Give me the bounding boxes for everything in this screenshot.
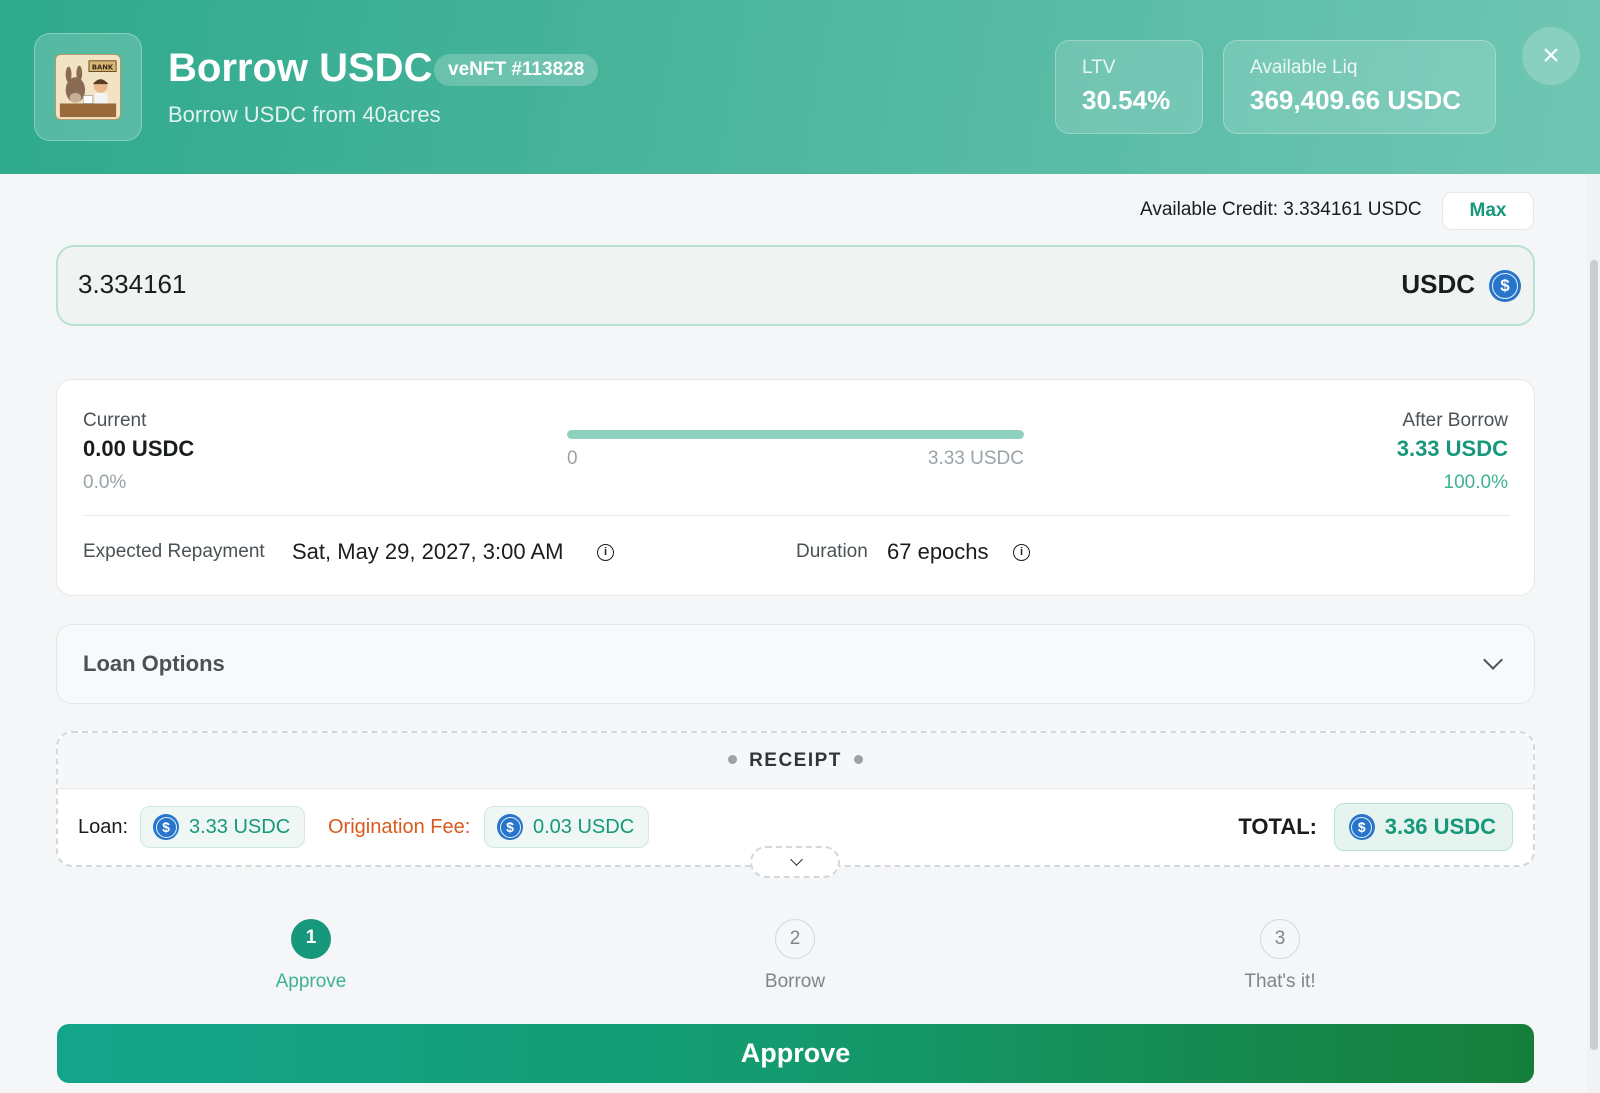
origination-fee-value: 0.03 USDC xyxy=(533,815,635,838)
loan-options-toggle[interactable]: Loan Options xyxy=(56,624,1535,704)
usdc-coin-icon xyxy=(1489,270,1521,302)
available-liquidity-stat: Available Liq 369,409.66 USDC xyxy=(1223,40,1496,134)
step-borrow: 2 Borrow xyxy=(695,919,895,993)
nft-badge: veNFT #113828 xyxy=(434,54,599,86)
amount-field[interactable]: USDC xyxy=(56,245,1535,326)
step-done: 3 That's it! xyxy=(1180,919,1380,993)
receipt-title: RECEIPT xyxy=(58,750,1533,772)
usdc-coin-icon xyxy=(153,814,179,840)
step-number: 3 xyxy=(1260,919,1300,959)
duration-value: 67 epochs xyxy=(887,539,989,564)
current-label: Current xyxy=(83,410,147,431)
after-borrow-label: After Borrow xyxy=(1402,410,1508,431)
available-liquidity-label: Available Liq xyxy=(1250,57,1358,78)
progress-min-label: 0 xyxy=(567,448,578,469)
modal-subtitle: Borrow USDC from 40acres xyxy=(168,102,441,127)
step-approve: 1 Approve xyxy=(211,919,411,993)
step-label: Borrow xyxy=(764,971,826,992)
ltv-value: 30.54% xyxy=(1082,85,1171,115)
summary-divider xyxy=(83,515,1510,516)
borrow-progress-bar xyxy=(567,430,1024,439)
expected-repayment-label: Expected Repayment xyxy=(83,541,265,562)
modal-header: BANK Borrow USDC veNFT #113828 Borrow US… xyxy=(0,0,1600,174)
after-borrow-value: 3.33 USDC xyxy=(1396,436,1508,461)
loan-label: Loan: xyxy=(78,816,129,838)
loan-amount-chip: 3.33 USDC xyxy=(140,806,306,848)
chevron-down-icon xyxy=(1483,650,1503,670)
amount-unit: USDC xyxy=(1401,269,1475,299)
expected-repayment-value: Sat, May 29, 2027, 3:00 AM xyxy=(292,539,564,564)
repayment-info-icon[interactable]: i xyxy=(597,544,614,561)
step-number: 2 xyxy=(775,919,815,959)
total-value: 3.36 USDC xyxy=(1384,814,1496,839)
origination-fee-chip: 0.03 USDC xyxy=(484,806,650,848)
total-label: TOTAL: xyxy=(1238,814,1317,839)
progress-max-label: 3.33 USDC xyxy=(927,448,1024,469)
approve-button[interactable]: Approve xyxy=(57,1024,1534,1083)
modal-title: Borrow USDC xyxy=(168,46,433,90)
borrow-progress-fill xyxy=(567,430,1024,439)
duration-info-icon[interactable]: i xyxy=(1013,544,1030,561)
step-label: Approve xyxy=(275,971,347,992)
dot-icon xyxy=(853,754,863,764)
borrow-summary-card: Current 0.00 USDC 0.0% 0 3.33 USDC After… xyxy=(56,379,1535,596)
origination-fee-label: Origination Fee: xyxy=(328,816,471,838)
ltv-stat: LTV 30.54% xyxy=(1055,40,1203,134)
after-borrow-percent: 100.0% xyxy=(1443,472,1508,493)
ltv-label: LTV xyxy=(1082,57,1116,78)
step-number: 1 xyxy=(291,919,331,959)
dot-icon xyxy=(728,754,738,764)
available-credit-text: Available Credit: 3.334161 USDC xyxy=(1140,199,1422,220)
chevron-down-icon xyxy=(790,853,803,866)
duration-label: Duration xyxy=(796,541,868,562)
total-chip: 3.36 USDC xyxy=(1333,803,1513,851)
close-icon: × xyxy=(1542,39,1560,72)
usdc-coin-icon xyxy=(497,814,523,840)
scrollbar-thumb[interactable] xyxy=(1590,260,1598,1050)
current-percent: 0.0% xyxy=(83,472,127,493)
loan-options-label: Loan Options xyxy=(83,651,225,676)
amount-input[interactable] xyxy=(78,269,978,300)
close-button[interactable]: × xyxy=(1522,27,1580,85)
logo-bank-text: BANK xyxy=(92,64,114,72)
max-button[interactable]: Max xyxy=(1442,192,1534,230)
available-liquidity-value: 369,409.66 USDC xyxy=(1250,85,1462,115)
bank-mascot-icon: BANK xyxy=(55,54,121,120)
receipt-title-text: RECEIPT xyxy=(749,750,842,771)
current-value: 0.00 USDC xyxy=(83,436,195,461)
receipt-header: RECEIPT xyxy=(58,733,1533,789)
receipt-expand-button[interactable] xyxy=(750,846,840,878)
loan-amount-value: 3.33 USDC xyxy=(189,815,291,838)
app-logo: BANK xyxy=(34,33,142,141)
step-label: That's it! xyxy=(1244,971,1316,992)
usdc-coin-icon xyxy=(1348,814,1375,840)
